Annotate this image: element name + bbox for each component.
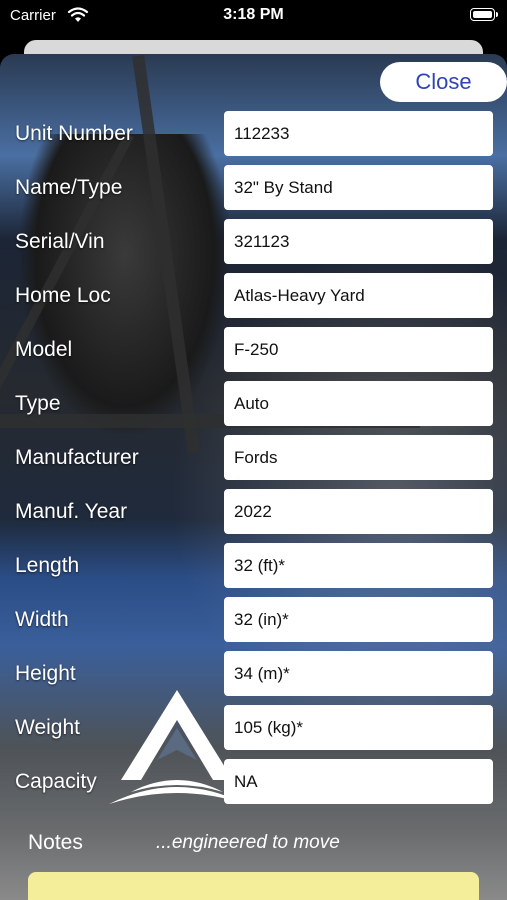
manufacturer-field[interactable]: Fords [224, 435, 493, 480]
field-row-capacity: Capacity NA [0, 756, 507, 808]
capacity-field[interactable]: NA [224, 759, 493, 804]
field-row-width: Width 32 (in)* [0, 594, 507, 646]
field-label: Model [15, 338, 73, 361]
status-bar: Carrier 3:18 PM [0, 0, 507, 34]
field-label: Name/Type [15, 176, 123, 199]
field-row-home-loc: Home Loc Atlas-Heavy Yard [0, 270, 507, 322]
model-field[interactable]: F-250 [224, 327, 493, 372]
field-row-type: Type Auto [0, 378, 507, 430]
notes-label: Notes [28, 831, 83, 854]
field-row-serial-vin: Serial/Vin 321123 [0, 216, 507, 268]
field-label: Width [15, 608, 69, 631]
width-field[interactable]: 32 (in)* [224, 597, 493, 642]
field-label: Height [15, 662, 76, 685]
unit-number-field[interactable]: 112233 [224, 111, 493, 156]
field-label: Weight [15, 716, 80, 739]
battery-icon [470, 8, 498, 21]
field-row-height: Height 34 (m)* [0, 648, 507, 700]
field-label: Length [15, 554, 80, 577]
close-button[interactable]: Close [380, 62, 507, 102]
unit-detail-sheet: Close Unit Number 112233 Name/Type 32" B… [0, 54, 507, 900]
field-label: Serial/Vin [15, 230, 105, 253]
tagline: ...engineered to move [156, 832, 340, 853]
company-logo [109, 690, 245, 804]
type-field[interactable]: Auto [224, 381, 493, 426]
height-field[interactable]: 34 (m)* [224, 651, 493, 696]
field-label: Type [15, 392, 61, 415]
field-label: Capacity [15, 770, 97, 793]
field-row-manufacturer: Manufacturer Fords [0, 432, 507, 484]
field-row-unit-number: Unit Number 112233 [0, 108, 507, 160]
name-type-field[interactable]: 32" By Stand [224, 165, 493, 210]
field-row-manuf-year: Manuf. Year 2022 [0, 486, 507, 538]
field-row-weight: Weight 105 (kg)* [0, 702, 507, 754]
length-field[interactable]: 32 (ft)* [224, 543, 493, 588]
weight-field[interactable]: 105 (kg)* [224, 705, 493, 750]
notes-field[interactable] [28, 872, 479, 900]
field-row-name-type: Name/Type 32" By Stand [0, 162, 507, 214]
field-label: Manufacturer [15, 446, 139, 469]
clock: 3:18 PM [223, 6, 284, 23]
serial-vin-field[interactable]: 321123 [224, 219, 493, 264]
field-label: Manuf. Year [15, 500, 128, 523]
home-loc-field[interactable]: Atlas-Heavy Yard [224, 273, 493, 318]
field-row-length: Length 32 (ft)* [0, 540, 507, 592]
field-label: Home Loc [15, 284, 111, 307]
field-row-model: Model F-250 [0, 324, 507, 376]
field-label: Unit Number [15, 122, 133, 145]
manuf-year-field[interactable]: 2022 [224, 489, 493, 534]
